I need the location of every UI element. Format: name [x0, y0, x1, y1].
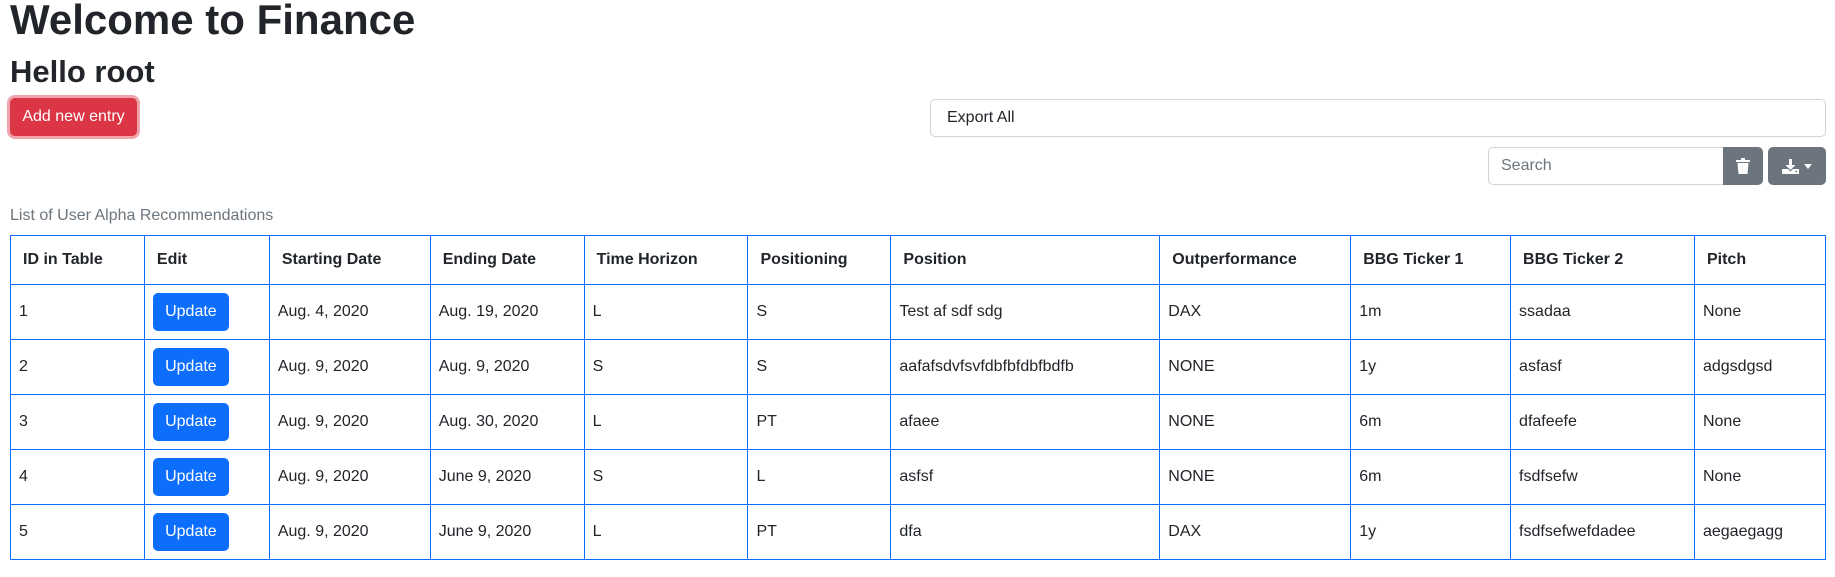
add-entry-button[interactable]: Add new entry — [10, 98, 137, 136]
finance-page: Welcome to Finance Hello root Add new en… — [0, 0, 1835, 577]
column-header: Ending Date — [429, 235, 585, 285]
cell-position: aafafsdvfsvfdbfbfdbfbdfb — [890, 339, 1161, 395]
cell-positioning: S — [747, 339, 892, 395]
cell-pitch: None — [1693, 449, 1827, 505]
cell-time-horizon: S — [583, 339, 749, 395]
update-button[interactable]: Update — [152, 458, 229, 496]
cell-time-horizon: L — [583, 504, 749, 560]
cell-id: 4 — [10, 449, 145, 505]
cell-pitch: adgsdgsd — [1693, 339, 1827, 395]
cell-edit: Update — [143, 504, 270, 560]
cell-edit: Update — [143, 339, 270, 395]
update-button[interactable]: Update — [152, 403, 229, 441]
cell-ending-date: Aug. 19, 2020 — [429, 284, 585, 340]
download-icon — [1782, 158, 1799, 174]
cell-ending-date: June 9, 2020 — [429, 504, 585, 560]
cell-bbg-ticker-2: dfafeefe — [1510, 394, 1695, 450]
clear-search-button[interactable] — [1723, 147, 1763, 185]
column-header: BBG Ticker 2 — [1510, 235, 1695, 285]
cell-outperformance: NONE — [1159, 394, 1352, 450]
table-caption: List of User Alpha Recommendations — [10, 207, 274, 224]
table-row: 2 Update Aug. 9, 2020 Aug. 9, 2020 S Saafafsd… — [10, 339, 1827, 395]
column-header: Starting Date — [268, 235, 431, 285]
cell-positioning: L — [747, 449, 892, 505]
cell-outperformance: NONE — [1159, 339, 1352, 395]
table-row: 3 Update Aug. 9, 2020 Aug. 30, 2020 L PT afaee… — [10, 394, 1827, 450]
cell-position: asfsf — [890, 449, 1161, 505]
cell-outperformance: DAX — [1159, 284, 1352, 340]
export-all-button[interactable]: Export All — [930, 99, 1826, 137]
cell-id: 1 — [10, 284, 145, 340]
cell-id: 5 — [10, 504, 145, 560]
cell-position: Test af sdf sdg — [890, 284, 1161, 340]
update-button[interactable]: Update — [152, 348, 229, 386]
download-dropdown-button[interactable] — [1768, 147, 1826, 185]
page-title: Welcome to Finance — [10, 0, 416, 43]
greeting: Hello root — [10, 54, 155, 89]
cell-starting-date: Aug. 9, 2020 — [268, 339, 431, 395]
cell-edit: Update — [143, 284, 270, 340]
cell-edit: Update — [143, 394, 270, 450]
column-header: Time Horizon — [583, 235, 749, 285]
column-header: Edit — [143, 235, 270, 285]
search-group — [1488, 147, 1763, 185]
cell-bbg-ticker-2: fsdfsefwefdadee — [1510, 504, 1695, 560]
cell-bbg-ticker-2: fsdfsefw — [1510, 449, 1695, 505]
cell-starting-date: Aug. 9, 2020 — [268, 394, 431, 450]
cell-ending-date: June 9, 2020 — [429, 449, 585, 505]
recommendations-table: ID in Table Edit Starting Date Ending Date T… — [10, 235, 1827, 560]
table-row: 4 Update Aug. 9, 2020 June 9, 2020 S Lasfsf NO… — [10, 449, 1827, 505]
trash-icon — [1736, 158, 1750, 174]
cell-bbg-ticker-2: ssadaa — [1510, 284, 1695, 340]
cell-edit: Update — [143, 449, 270, 505]
table-header-row: ID in Table Edit Starting Date Ending Date T… — [10, 235, 1827, 285]
column-header: BBG Ticker 1 — [1350, 235, 1512, 285]
cell-time-horizon: S — [583, 449, 749, 505]
cell-time-horizon: L — [583, 394, 749, 450]
cell-outperformance: DAX — [1159, 504, 1352, 560]
cell-bbg-ticker-1: 1y — [1350, 504, 1512, 560]
column-header: Position — [890, 235, 1161, 285]
column-header: Positioning — [747, 235, 892, 285]
column-header: Pitch — [1693, 235, 1827, 285]
cell-bbg-ticker-2: asfasf — [1510, 339, 1695, 395]
cell-id: 2 — [10, 339, 145, 395]
cell-pitch: None — [1693, 394, 1827, 450]
cell-pitch: aegaegagg — [1693, 504, 1827, 560]
table-row: 5 Update Aug. 9, 2020 June 9, 2020 L PT dfa DAX… — [10, 504, 1827, 560]
cell-bbg-ticker-1: 6m — [1350, 394, 1512, 450]
cell-bbg-ticker-1: 1y — [1350, 339, 1512, 395]
cell-time-horizon: L — [583, 284, 749, 340]
cell-bbg-ticker-1: 6m — [1350, 449, 1512, 505]
caret-down-icon — [1804, 163, 1812, 169]
cell-pitch: None — [1693, 284, 1827, 340]
update-button[interactable]: Update — [152, 293, 229, 331]
cell-position: afaee — [890, 394, 1161, 450]
column-header: ID in Table — [10, 235, 145, 285]
cell-positioning: PT — [747, 394, 892, 450]
table-row: 1 Update Aug. 4, 2020 Aug. 19, 2020 L S Test a… — [10, 284, 1827, 340]
cell-starting-date: Aug. 9, 2020 — [268, 504, 431, 560]
update-button[interactable]: Update — [152, 513, 229, 551]
cell-positioning: PT — [747, 504, 892, 560]
search-input[interactable] — [1488, 147, 1723, 185]
cell-starting-date: Aug. 4, 2020 — [268, 284, 431, 340]
cell-position: dfa — [890, 504, 1161, 560]
cell-bbg-ticker-1: 1m — [1350, 284, 1512, 340]
cell-ending-date: Aug. 9, 2020 — [429, 339, 585, 395]
cell-starting-date: Aug. 9, 2020 — [268, 449, 431, 505]
cell-positioning: S — [747, 284, 892, 340]
column-header: Outperformance — [1159, 235, 1352, 285]
cell-ending-date: Aug. 30, 2020 — [429, 394, 585, 450]
cell-outperformance: NONE — [1159, 449, 1352, 505]
cell-id: 3 — [10, 394, 145, 450]
